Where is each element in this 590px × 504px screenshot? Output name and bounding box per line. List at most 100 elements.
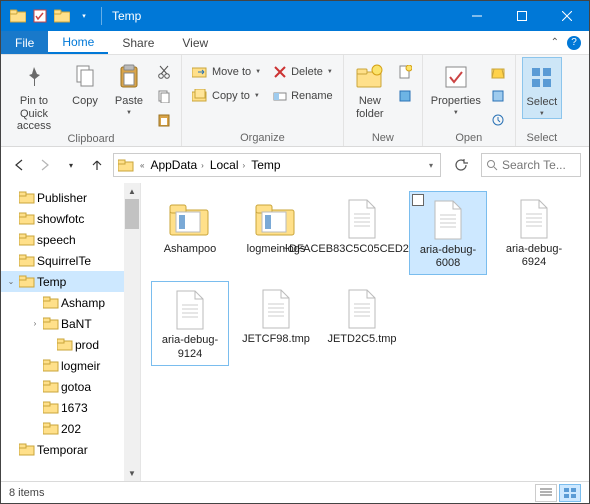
minimize-button[interactable] [454, 1, 499, 31]
properties-label: Properties [431, 95, 481, 108]
easy-access-button[interactable] [394, 85, 416, 107]
delete-button[interactable]: Delete▼ [269, 61, 337, 83]
main-area: Publisher showfotc speechSquirrelTe ⌄ Temp As… [1, 183, 589, 481]
tree-item[interactable]: logmeir [1, 355, 140, 376]
maximize-button[interactable] [499, 1, 544, 31]
ribbon-group-clipboard: Pin to Quick access Copy Paste ▼ Clipboa… [1, 55, 182, 146]
recent-locations-button[interactable]: ▾ [61, 155, 81, 175]
breadcrumb-seg[interactable]: Temp [251, 158, 280, 172]
paste-shortcut-button[interactable] [153, 109, 175, 131]
move-to-button[interactable]: Move to▼ [188, 61, 265, 83]
expand-icon[interactable]: ⌄ [5, 277, 17, 286]
new-item-button[interactable] [394, 61, 416, 83]
chevron-down-icon: ▼ [453, 110, 459, 117]
copy-path-button[interactable] [153, 85, 175, 107]
tree-item[interactable]: gotoa [1, 376, 140, 397]
address-bar[interactable]: « AppData› Local› Temp ▾ [113, 153, 441, 177]
copy-button[interactable]: Copy [65, 57, 105, 108]
document-icon [173, 286, 207, 334]
file-item[interactable]: aria-debug-6008 [409, 191, 487, 275]
tree-item[interactable]: prod [1, 334, 140, 355]
pin-label: Pin to Quick access [7, 95, 61, 133]
help-icon[interactable]: ? [567, 36, 581, 50]
tree-item[interactable]: Temporar [1, 439, 140, 460]
move-to-label: Move to [212, 66, 251, 78]
refresh-button[interactable] [447, 153, 475, 177]
file-item[interactable]: logmeinlogs [237, 191, 315, 275]
new-folder-button[interactable]: New folder [350, 57, 390, 120]
ribbon-group-open: Properties ▼ Open [423, 55, 516, 146]
search-input[interactable]: Search Te... [481, 153, 581, 177]
tree-item-label: showfotc [37, 212, 84, 226]
ribbon-group-select: Select ▼ Select [516, 55, 568, 146]
select-button[interactable]: Select ▼ [522, 57, 562, 119]
tree-item[interactable]: ⌄ Temp [1, 271, 140, 292]
rename-button[interactable]: Rename [269, 85, 337, 107]
ribbon-group-organize: Move to▼ Copy to▼ Delete▼ Rename Organiz… [182, 55, 344, 146]
tree-item-label: Ashamp [61, 296, 105, 310]
address-dropdown-icon[interactable]: ▾ [429, 161, 436, 170]
file-item[interactable]: Ashampoo [151, 191, 229, 275]
group-caption: Clipboard [7, 133, 175, 147]
expand-icon[interactable]: › [29, 319, 41, 328]
tree-item[interactable]: speech [1, 229, 140, 250]
back-button[interactable] [9, 155, 29, 175]
group-caption: New [350, 132, 416, 146]
history-button[interactable] [487, 109, 509, 131]
close-button[interactable] [544, 1, 589, 31]
file-name: JETD2C5.tmp [327, 333, 396, 346]
scroll-thumb[interactable] [125, 199, 139, 229]
rename-label: Rename [291, 90, 333, 102]
properties-button[interactable]: Properties ▼ [429, 57, 483, 117]
tab-view[interactable]: View [168, 31, 222, 54]
tree-item[interactable]: ›BaNT [1, 313, 140, 334]
file-item[interactable]: JETD2C5.tmp [323, 281, 401, 365]
file-name: aria-debug-6924 [497, 243, 571, 269]
scroll-up-icon[interactable]: ▲ [124, 183, 140, 199]
tree-item[interactable]: showfotc [1, 208, 140, 229]
collapse-ribbon-icon[interactable]: ⌃ [551, 37, 559, 48]
scroll-down-icon[interactable]: ▼ [124, 465, 140, 481]
nav-tree[interactable]: Publisher showfotc speechSquirrelTe ⌄ Temp As… [1, 183, 141, 481]
delete-label: Delete [291, 66, 323, 78]
file-item[interactable]: ~DFACEB83C5C05CED22.TMP [323, 191, 401, 275]
qat-customize-icon[interactable]: ▾ [73, 5, 95, 27]
open-button[interactable] [487, 61, 509, 83]
tree-scrollbar[interactable]: ▲ ▼ [124, 183, 140, 481]
tab-home[interactable]: Home [48, 31, 108, 54]
tree-item[interactable]: Ashamp [1, 292, 140, 313]
file-item[interactable]: JETCF98.tmp [237, 281, 315, 365]
document-icon [345, 285, 379, 333]
tree-item[interactable]: 1673 [1, 397, 140, 418]
paste-button[interactable]: Paste ▼ [109, 57, 149, 117]
paste-label: Paste [115, 95, 143, 108]
tree-item[interactable]: 202 [1, 418, 140, 439]
file-item[interactable]: aria-debug-9124 [151, 281, 229, 365]
checkbox-icon[interactable] [412, 194, 424, 206]
up-button[interactable] [87, 155, 107, 175]
file-list[interactable]: Ashampoologmeinlogs~DFACEB83C5C05CED22.T… [141, 183, 589, 481]
thumbnails-view-button[interactable] [559, 484, 581, 502]
select-label: Select [527, 96, 558, 109]
pin-quick-access-button[interactable]: Pin to Quick access [7, 57, 61, 133]
ribbon: Pin to Quick access Copy Paste ▼ Clipboa… [1, 55, 589, 147]
qat-properties-icon[interactable] [29, 5, 51, 27]
ribbon-tabs: File Home Share View ⌃ ? [1, 31, 589, 55]
tab-file[interactable]: File [1, 31, 48, 54]
forward-button[interactable] [35, 155, 55, 175]
file-item[interactable]: aria-debug-6924 [495, 191, 573, 275]
tree-item[interactable]: SquirrelTe [1, 250, 140, 271]
tab-share[interactable]: Share [108, 31, 168, 54]
details-view-button[interactable] [535, 484, 557, 502]
tree-item[interactable]: Publisher [1, 187, 140, 208]
group-caption: Select [522, 132, 562, 146]
tree-item-label: Temp [37, 275, 66, 289]
breadcrumb-seg[interactable]: AppData› [150, 158, 205, 172]
cut-button[interactable] [153, 61, 175, 83]
copy-label: Copy [72, 95, 98, 108]
breadcrumb-root-icon[interactable]: « [138, 161, 146, 170]
breadcrumb-seg[interactable]: Local› [210, 158, 247, 172]
edit-button[interactable] [487, 85, 509, 107]
ribbon-group-new: New folder New [344, 55, 423, 146]
copy-to-button[interactable]: Copy to▼ [188, 85, 265, 107]
